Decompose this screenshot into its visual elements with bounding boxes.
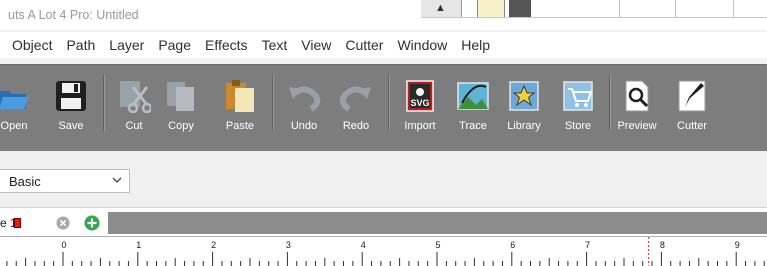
menu-page[interactable]: Page bbox=[151, 37, 198, 53]
open-button[interactable]: Open bbox=[0, 65, 34, 151]
preview-magnifier-icon bbox=[625, 80, 649, 112]
title-bar: uts A Lot 4 Pro: Untitled ▲ bbox=[0, 0, 767, 30]
menu-bar: Object Path Layer Page Effects Text View… bbox=[0, 32, 767, 58]
background-window-fragment: ▲ bbox=[421, 0, 767, 18]
background-window-cell bbox=[675, 0, 676, 17]
menu-object[interactable]: Object bbox=[0, 37, 59, 53]
store-label: Store bbox=[564, 120, 592, 132]
copy-button[interactable]: Copy bbox=[161, 65, 201, 151]
ruler-label: 6 bbox=[510, 240, 515, 250]
cutter-label: Cutter bbox=[677, 120, 707, 132]
undo-button[interactable]: Undo bbox=[284, 65, 324, 151]
style-select-value: Basic bbox=[9, 174, 41, 189]
open-label: Open bbox=[0, 120, 28, 132]
background-window-panel: ▲ bbox=[421, 0, 462, 17]
store-button[interactable]: Store bbox=[557, 65, 599, 151]
ruler-scale: 0 1 2 3 4 5 6 7 8 9 bbox=[6, 237, 765, 266]
ruler-label: 3 bbox=[286, 240, 291, 250]
import-label: Import bbox=[404, 120, 436, 132]
main-toolbar: Open Save Cut Copy Paste Undo Redo SVG I… bbox=[0, 64, 767, 152]
save-icon bbox=[56, 81, 86, 111]
trace-label: Trace bbox=[459, 120, 487, 132]
ruler-label: 7 bbox=[585, 240, 590, 250]
ruler-label: 8 bbox=[660, 240, 665, 250]
menu-effects[interactable]: Effects bbox=[198, 37, 255, 53]
toolbar-separator bbox=[103, 75, 105, 131]
menu-view[interactable]: View bbox=[294, 37, 338, 53]
ruler-label: 5 bbox=[435, 240, 440, 250]
store-cart-icon bbox=[563, 81, 593, 111]
open-icon bbox=[0, 91, 29, 109]
cutter-knife-icon bbox=[678, 80, 706, 112]
svg-text:SVG: SVG bbox=[410, 98, 429, 108]
menu-cutter[interactable]: Cutter bbox=[338, 37, 390, 53]
paste-button[interactable]: Paste bbox=[219, 65, 261, 151]
horizontal-ruler: 0 1 2 3 4 5 6 7 8 9 bbox=[0, 236, 767, 266]
trace-icon bbox=[457, 82, 489, 110]
trace-button[interactable]: Trace bbox=[452, 65, 494, 151]
library-button[interactable]: Library bbox=[502, 65, 546, 151]
redo-label: Redo bbox=[342, 120, 370, 132]
cut-icon bbox=[120, 81, 151, 113]
page-tabs-bar: e 1 bbox=[0, 208, 767, 236]
menu-help[interactable]: Help bbox=[454, 37, 497, 53]
style-toolbar: Basic bbox=[0, 151, 767, 208]
paste-label: Paste bbox=[225, 120, 255, 132]
tabs-strip bbox=[0, 212, 767, 234]
undo-icon bbox=[289, 86, 321, 112]
background-window-cell bbox=[509, 0, 531, 17]
copy-label: Copy bbox=[168, 120, 194, 132]
ruler-label: 9 bbox=[735, 240, 740, 250]
redo-icon bbox=[339, 86, 371, 112]
import-button[interactable]: SVG Import bbox=[398, 65, 442, 151]
toolbar-separator bbox=[388, 75, 390, 131]
import-svg-icon: SVG bbox=[406, 80, 434, 112]
preview-button[interactable]: Preview bbox=[614, 65, 660, 151]
close-tab-icon[interactable] bbox=[56, 216, 70, 230]
undo-label: Undo bbox=[290, 120, 318, 132]
ruler-label: 2 bbox=[211, 240, 216, 250]
background-window-cell bbox=[733, 0, 734, 17]
app-title: uts A Lot 4 Pro: Untitled bbox=[8, 8, 139, 22]
cutter-button[interactable]: Cutter bbox=[670, 65, 714, 151]
menu-window[interactable]: Window bbox=[390, 37, 454, 53]
save-label: Save bbox=[58, 120, 84, 132]
paste-icon bbox=[226, 80, 254, 112]
background-window-cell bbox=[477, 0, 505, 17]
toolbar-separator bbox=[609, 75, 611, 131]
style-select[interactable]: Basic bbox=[0, 169, 130, 193]
copy-icon bbox=[167, 82, 194, 111]
menu-path[interactable]: Path bbox=[59, 37, 102, 53]
ruler-label: 0 bbox=[61, 240, 66, 250]
ruler-label: 4 bbox=[361, 240, 366, 250]
toolbar-separator bbox=[272, 75, 274, 131]
ruler-label: 1 bbox=[136, 240, 141, 250]
menu-layer[interactable]: Layer bbox=[102, 37, 151, 53]
library-label: Library bbox=[507, 120, 541, 132]
library-icon bbox=[509, 81, 539, 111]
add-page-icon[interactable] bbox=[84, 215, 100, 231]
cut-label: Cut bbox=[125, 120, 143, 132]
save-button[interactable]: Save bbox=[50, 65, 92, 151]
background-window-cell bbox=[619, 0, 620, 17]
page-color-swatch[interactable] bbox=[14, 218, 21, 228]
preview-label: Preview bbox=[617, 120, 657, 132]
chevron-down-icon bbox=[112, 177, 122, 183]
triangle-icon: ▲ bbox=[435, 2, 446, 14]
page-tab[interactable]: e 1 bbox=[0, 212, 108, 234]
menu-text[interactable]: Text bbox=[255, 37, 295, 53]
redo-button[interactable]: Redo bbox=[336, 65, 376, 151]
cut-button[interactable]: Cut bbox=[113, 65, 155, 151]
